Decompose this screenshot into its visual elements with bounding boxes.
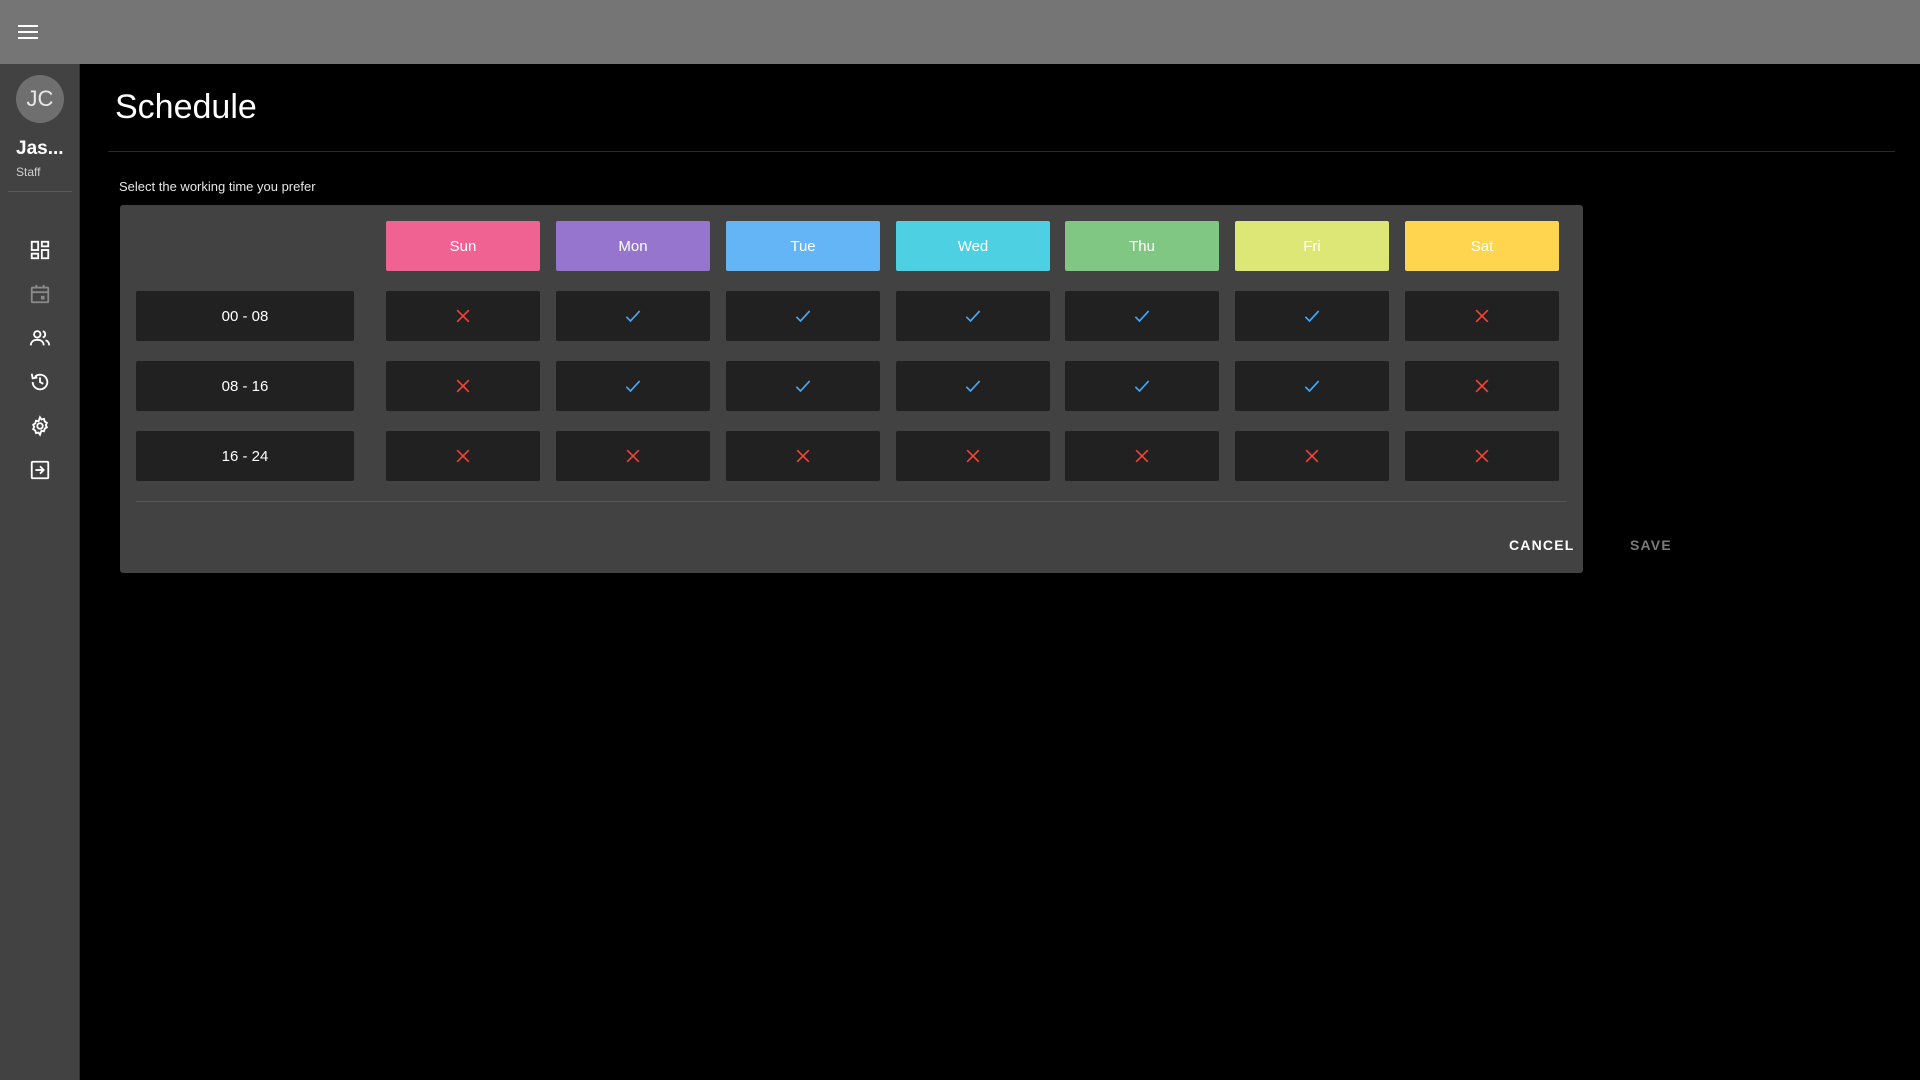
page-subtitle: Select the working time you prefer [119, 179, 316, 194]
schedule-panel: CANCEL SAVE Sun Mon Tue Wed Thu Fri Sat 00 - 08… [120, 205, 1671, 573]
schedule-cell-tue-2[interactable] [726, 431, 880, 481]
close-icon [1475, 449, 1489, 463]
day-header-mon[interactable]: Mon [556, 221, 710, 271]
close-icon [966, 449, 980, 463]
check-icon [625, 310, 641, 323]
schedule-cell-fri-2[interactable] [1235, 431, 1389, 481]
time-slot-label: 08 - 16 [136, 361, 354, 411]
sidebar-item-schedule[interactable] [20, 276, 60, 312]
schedule-cell-fri-0[interactable] [1235, 291, 1389, 341]
schedule-cell-wed-0[interactable] [896, 291, 1050, 341]
sidebar-divider [8, 191, 72, 192]
people-icon [29, 330, 51, 346]
title-divider [108, 151, 1895, 152]
check-icon [795, 380, 811, 393]
sidebar-item-history[interactable] [20, 364, 60, 400]
schedule-cell-sat-2[interactable] [1405, 431, 1559, 481]
check-icon [795, 310, 811, 323]
close-icon [1135, 449, 1149, 463]
schedule-cell-thu-0[interactable] [1065, 291, 1219, 341]
close-icon [796, 449, 810, 463]
gear-icon [31, 415, 49, 437]
panel-divider [136, 501, 1567, 502]
exit-icon [30, 460, 50, 480]
check-icon [1304, 380, 1320, 393]
sidebar-item-settings[interactable] [20, 408, 60, 444]
schedule-cell-thu-2[interactable] [1065, 431, 1219, 481]
schedule-cell-sat-1[interactable] [1405, 361, 1559, 411]
schedule-cell-mon-1[interactable] [556, 361, 710, 411]
check-icon [1304, 310, 1320, 323]
day-header-tue[interactable]: Tue [726, 221, 880, 271]
time-slot-label: 16 - 24 [136, 431, 354, 481]
sidebar: JC Jas... Staff [0, 64, 80, 1080]
history-icon [30, 373, 49, 391]
avatar[interactable]: JC [16, 75, 64, 123]
cancel-button[interactable]: CANCEL [1501, 527, 1583, 563]
hamburger-menu-icon [18, 25, 38, 39]
day-header-sun[interactable]: Sun [386, 221, 540, 271]
schedule-cell-tue-1[interactable] [726, 361, 880, 411]
save-button[interactable]: SAVE [1622, 527, 1680, 563]
user-role: Staff [16, 165, 41, 179]
day-header-thu[interactable]: Thu [1065, 221, 1219, 271]
schedule-cell-sun-1[interactable] [386, 361, 540, 411]
day-header-wed[interactable]: Wed [896, 221, 1050, 271]
schedule-cell-fri-1[interactable] [1235, 361, 1389, 411]
schedule-cell-tue-0[interactable] [726, 291, 880, 341]
page-title: Schedule [115, 88, 257, 126]
schedule-cell-sun-0[interactable] [386, 291, 540, 341]
sidebar-item-staff[interactable] [20, 320, 60, 356]
close-icon [1305, 449, 1319, 463]
menu-button[interactable] [0, 0, 56, 64]
time-slot-label: 00 - 08 [136, 291, 354, 341]
check-icon [965, 380, 981, 393]
user-name: Jas... [16, 138, 64, 159]
sidebar-item-dashboard[interactable] [20, 232, 60, 268]
day-header-fri[interactable]: Fri [1235, 221, 1389, 271]
close-icon [1475, 379, 1489, 393]
schedule-cell-mon-2[interactable] [556, 431, 710, 481]
check-icon [625, 380, 641, 393]
schedule-cell-sun-2[interactable] [386, 431, 540, 481]
calendar-icon [30, 284, 50, 304]
schedule-cell-wed-2[interactable] [896, 431, 1050, 481]
check-icon [965, 310, 981, 323]
check-icon [1134, 380, 1150, 393]
dashboard-icon [30, 240, 50, 260]
schedule-cell-thu-1[interactable] [1065, 361, 1219, 411]
close-icon [626, 449, 640, 463]
close-icon [456, 449, 470, 463]
top-app-bar [0, 0, 1920, 64]
schedule-cell-wed-1[interactable] [896, 361, 1050, 411]
close-icon [456, 309, 470, 323]
check-icon [1134, 310, 1150, 323]
close-icon [1475, 309, 1489, 323]
close-icon [456, 379, 470, 393]
schedule-cell-sat-0[interactable] [1405, 291, 1559, 341]
day-header-sat[interactable]: Sat [1405, 221, 1559, 271]
sidebar-item-logout[interactable] [20, 452, 60, 488]
schedule-cell-mon-0[interactable] [556, 291, 710, 341]
